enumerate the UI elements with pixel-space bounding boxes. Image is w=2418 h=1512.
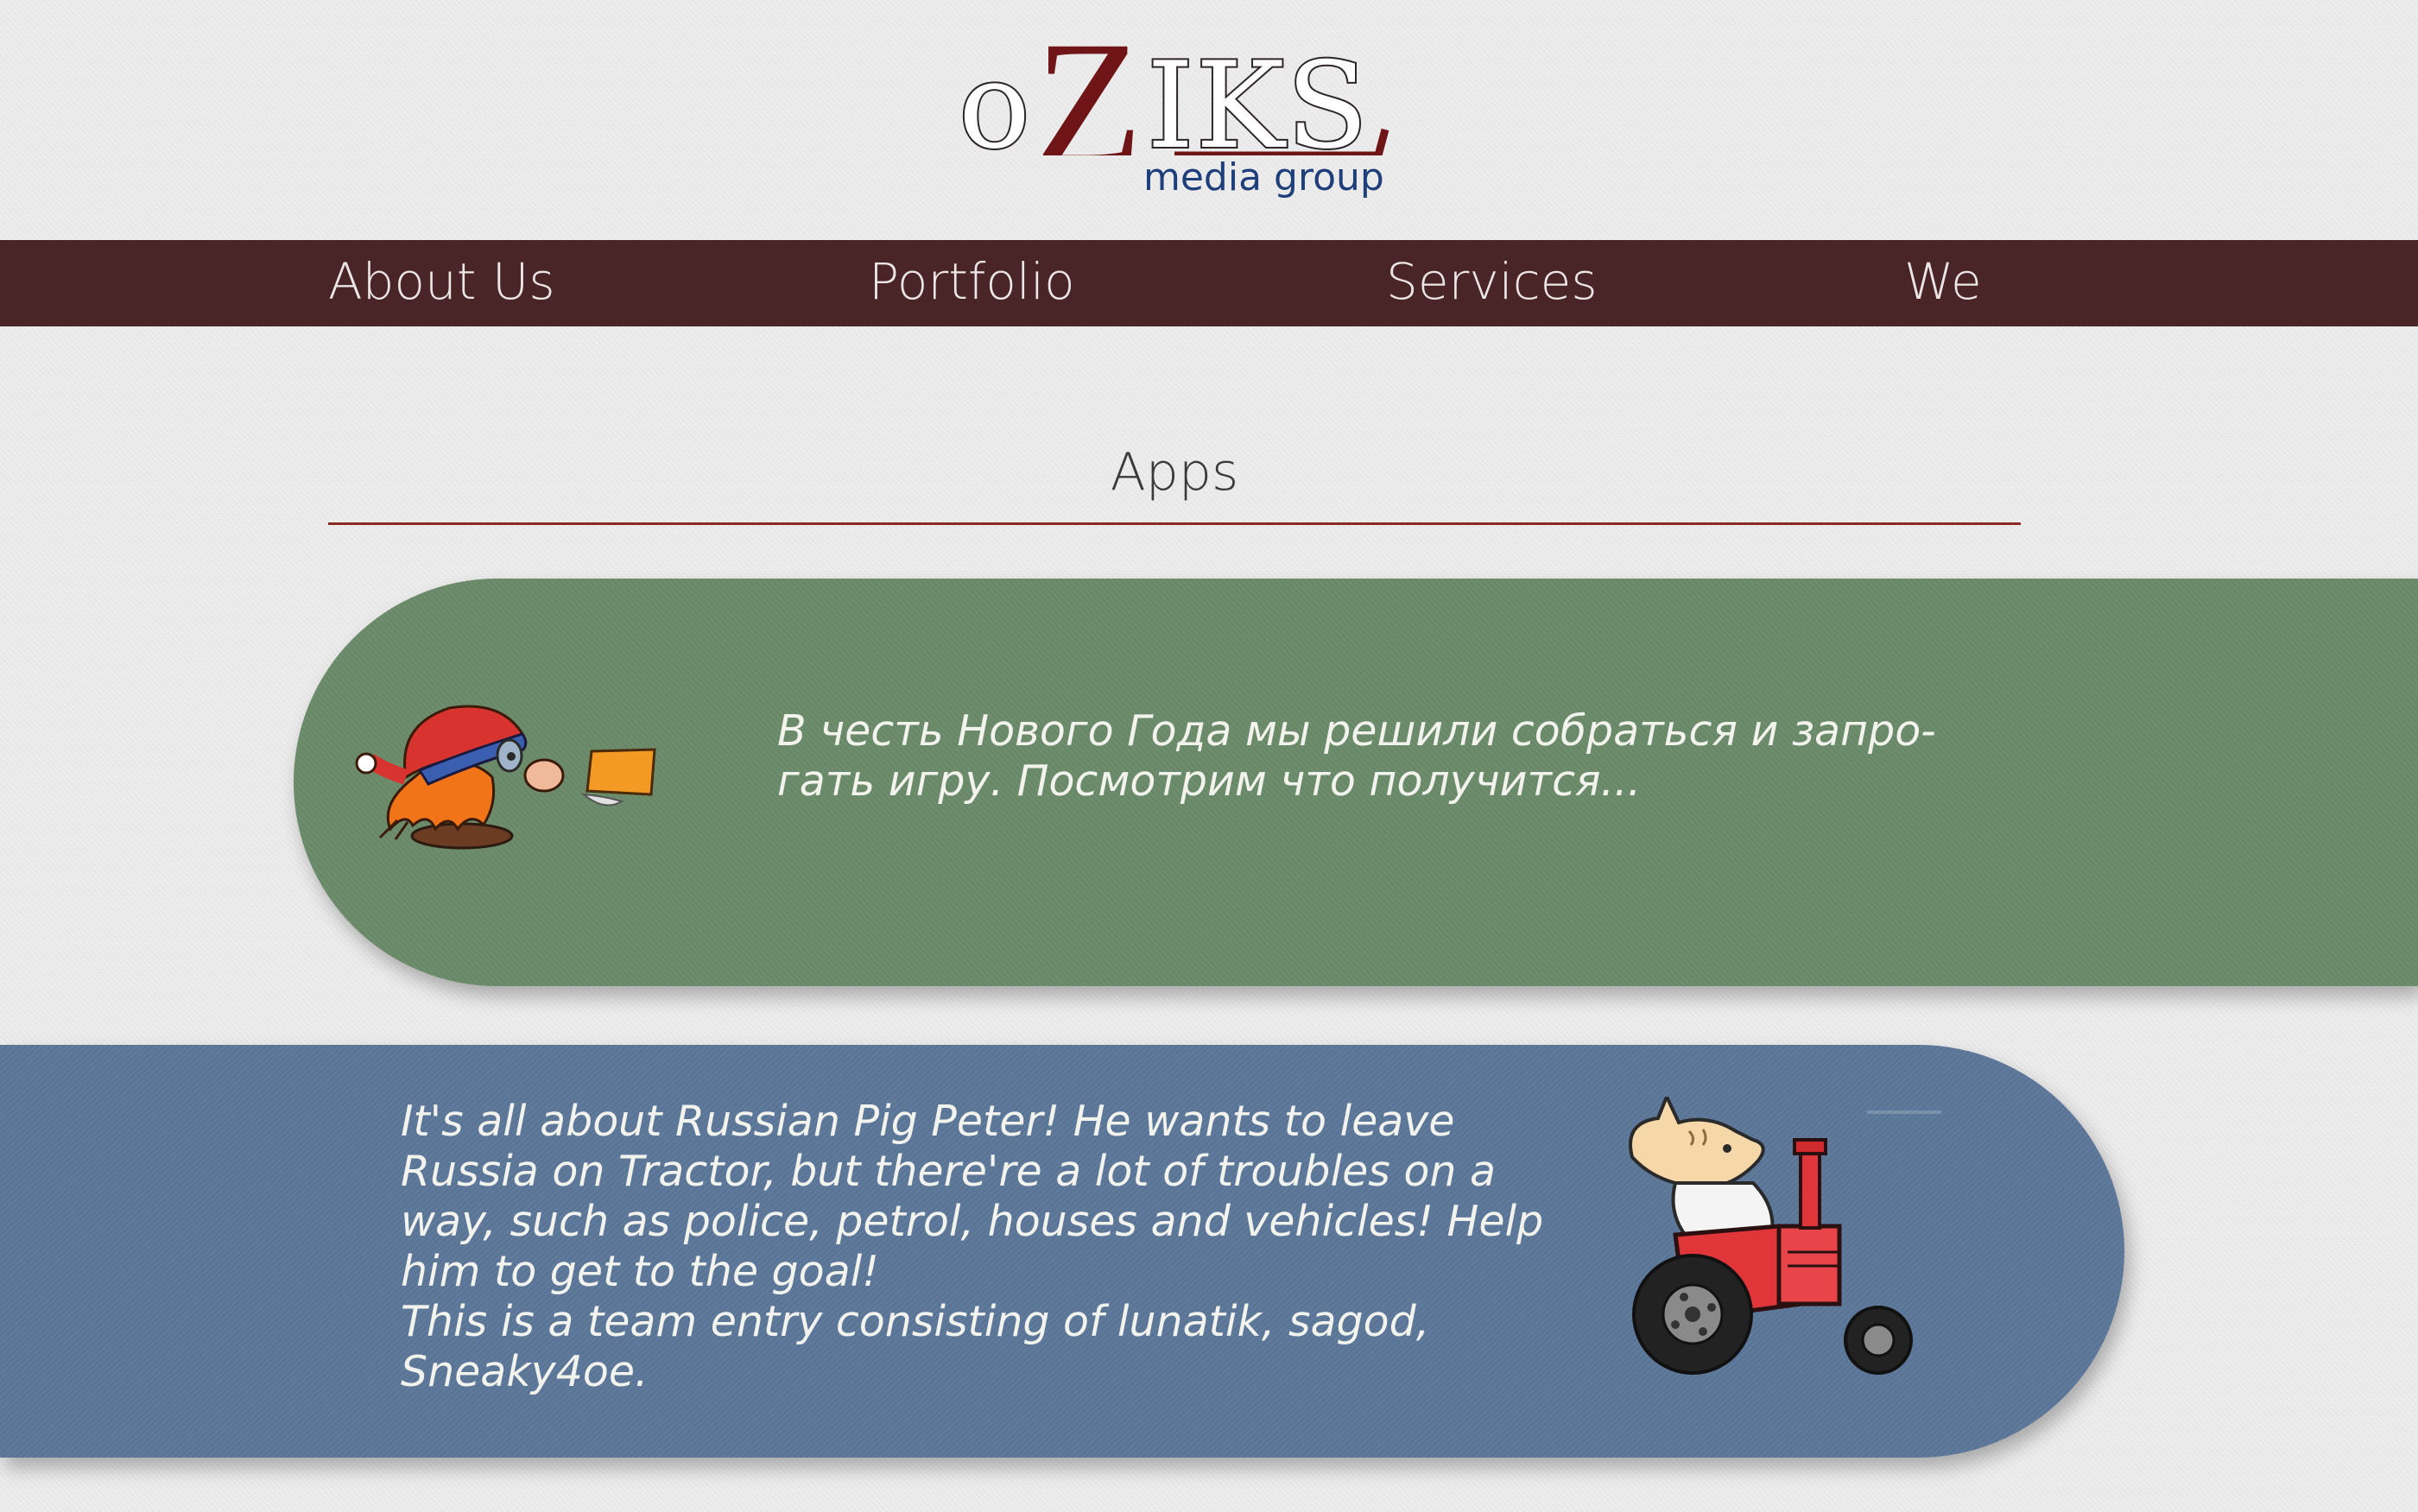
nav-link-about-us[interactable]: About Us bbox=[328, 240, 555, 326]
site-logo[interactable]: Z o IKS media group bbox=[959, 26, 1390, 212]
app-description: В честь Нового Года мы решили собраться … bbox=[777, 706, 1936, 806]
nav-link-portfolio[interactable]: Portfolio bbox=[869, 240, 1075, 326]
nav-link-services[interactable]: Services bbox=[1386, 240, 1598, 326]
section-divider bbox=[328, 522, 2021, 525]
logo-letter-o: o bbox=[959, 36, 1032, 155]
pig-on-tractor-illustration bbox=[1629, 1097, 1913, 1375]
section-title: Apps bbox=[1110, 442, 1239, 503]
logo-letters-iks: IKS bbox=[1147, 36, 1370, 155]
app-card-new-year-game[interactable]: В честь Нового Года мы решили собраться … bbox=[294, 579, 2418, 986]
app-description: It's all about Russian Pig Peter! He wan… bbox=[401, 1097, 1544, 1396]
gnome-illustration bbox=[355, 705, 656, 850]
main-nav: About Us Portfolio Services We bbox=[0, 240, 2418, 326]
logo-subtitle: media group bbox=[1143, 155, 1384, 199]
nav-link-we[interactable]: We bbox=[1904, 240, 1982, 326]
app-card-russian-pig-peter[interactable]: It's all about Russian Pig Peter! He wan… bbox=[0, 1045, 2124, 1458]
logo-letter-z: Z bbox=[1035, 26, 1143, 155]
logo-wordmark: Z o IKS bbox=[959, 26, 1389, 155]
